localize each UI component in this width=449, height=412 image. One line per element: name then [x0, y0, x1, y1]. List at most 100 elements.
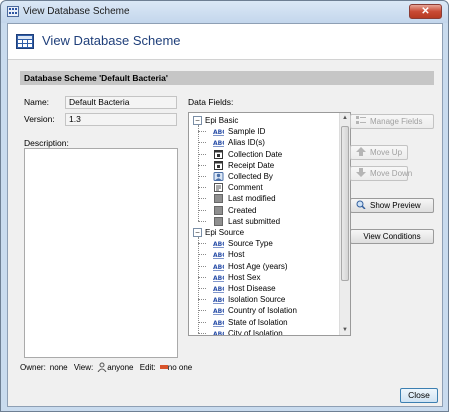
- comment-field-icon: [213, 183, 224, 193]
- tree-connector: [198, 265, 206, 267]
- tree-field-item[interactable]: ABC Alias ID(s): [189, 137, 339, 148]
- data-fields-tree[interactable]: −Epi BasicABCSample IDABCAlias ID(s)Coll…: [188, 112, 351, 336]
- manage-fields-button[interactable]: Manage Fields: [350, 114, 434, 129]
- tree-field-label: Last modified: [228, 194, 276, 204]
- tree-field-item[interactable]: ABC State of Isolation: [189, 317, 339, 328]
- anyone-icon: [97, 362, 107, 373]
- scroll-down-arrow-icon[interactable]: ▼: [340, 325, 350, 335]
- tree-field-label: Host Sex: [228, 272, 261, 282]
- name-label: Name:: [24, 97, 50, 107]
- tree-field-item[interactable]: Receipt Date: [189, 160, 339, 171]
- tree-connector: [198, 299, 206, 301]
- tree-connector: [198, 142, 206, 144]
- tree-connector: [198, 310, 206, 312]
- tree-content: −Epi BasicABCSample IDABCAlias ID(s)Coll…: [189, 113, 339, 335]
- move-up-button[interactable]: Move Up: [350, 145, 408, 160]
- text-field-icon: ABC: [213, 284, 227, 293]
- tree-field-item[interactable]: ABC Host Age (years): [189, 261, 339, 272]
- tree-field-item[interactable]: ABC City of Isolation: [189, 328, 339, 335]
- tree-connector: [198, 125, 199, 221]
- window-title: View Database Scheme: [23, 6, 130, 17]
- page-title: View Database Scheme: [42, 33, 181, 48]
- tree-field-item[interactable]: Last submitted: [189, 216, 339, 227]
- tree-connector: [198, 321, 206, 323]
- database-scheme-icon: [16, 34, 34, 49]
- edit-value: no one: [167, 363, 193, 372]
- tree-field-label: Created: [228, 205, 257, 215]
- svg-text:ABC: ABC: [213, 252, 224, 259]
- dialog-header: View Database Scheme: [8, 24, 442, 60]
- dialog-content: View Database Scheme Database Scheme 'De…: [7, 23, 443, 407]
- version-field[interactable]: 1.3: [65, 113, 177, 126]
- tree-field-label: Host: [228, 250, 245, 260]
- text-field-icon: ABC: [213, 262, 227, 271]
- show-preview-button[interactable]: Show Preview: [350, 198, 434, 213]
- scrollbar-thumb[interactable]: [341, 126, 349, 281]
- tree-field-label: Collected By: [228, 172, 273, 181]
- tree-field-label: Alias ID(s): [228, 138, 265, 148]
- text-field-icon: ABC: [213, 138, 227, 147]
- collapse-toggle-icon[interactable]: −: [193, 116, 202, 125]
- svg-text:ABC: ABC: [213, 264, 224, 271]
- tree-group[interactable]: − Epi Source: [189, 227, 339, 238]
- svg-text:ABC: ABC: [213, 275, 224, 282]
- owner-value: none: [49, 363, 68, 372]
- system-field-icon: [213, 216, 224, 226]
- tree-field-label: Country of Isolation: [228, 306, 297, 316]
- tree-group[interactable]: − Epi Basic: [189, 115, 339, 126]
- move-down-label: Move Down: [370, 169, 413, 178]
- collapse-toggle-icon[interactable]: −: [193, 228, 202, 237]
- tree-connector: [198, 243, 206, 245]
- view-conditions-button[interactable]: View Conditions: [350, 229, 434, 244]
- tree-field-item[interactable]: ABC Source Type: [189, 238, 339, 249]
- tree-connector: [198, 153, 206, 155]
- description-label: Description:: [24, 138, 69, 148]
- date-field-icon: [213, 149, 224, 159]
- tree-field-item[interactable]: Created: [189, 205, 339, 216]
- scroll-up-arrow-icon[interactable]: ▲: [340, 113, 350, 123]
- tree-field-item[interactable]: Comment: [189, 182, 339, 193]
- close-button[interactable]: Close: [400, 388, 438, 403]
- text-field-icon: ABC: [213, 273, 227, 282]
- tree-field-item[interactable]: ABC Country of Isolation: [189, 305, 339, 316]
- dialog-window: View Database Scheme ✕ View Database Sch…: [0, 0, 449, 412]
- text-field-icon: ABC: [213, 329, 227, 335]
- tree-field-label: Host Age (years): [228, 261, 288, 271]
- tree-connector: [198, 288, 206, 289]
- svg-text:ABC: ABC: [213, 140, 224, 147]
- tree-field-label: State of Isolation: [228, 317, 288, 327]
- data-fields-label: Data Fields:: [188, 97, 234, 107]
- show-preview-label: Show Preview: [370, 201, 421, 210]
- user-field-icon: [213, 172, 224, 181]
- tree-field-item[interactable]: ABC Sample ID: [189, 126, 339, 137]
- tree-field-item[interactable]: Collection Date: [189, 149, 339, 160]
- svg-text:ABC: ABC: [213, 297, 224, 304]
- description-field[interactable]: [24, 148, 178, 358]
- tree-field-label: Sample ID: [228, 127, 266, 137]
- tree-field-item[interactable]: ABC Host Sex: [189, 272, 339, 283]
- move-up-label: Move Up: [370, 148, 403, 157]
- window-close-button[interactable]: ✕: [409, 4, 442, 19]
- magnifier-icon: [356, 200, 366, 209]
- text-field-icon: ABC: [213, 318, 227, 327]
- tree-field-item[interactable]: Last modified: [189, 193, 339, 204]
- svg-text:ABC: ABC: [213, 129, 224, 136]
- tree-field-label: Receipt Date: [228, 160, 275, 170]
- title-bar[interactable]: View Database Scheme ✕: [1, 1, 448, 23]
- tree-field-item[interactable]: ABC Isolation Source: [189, 294, 339, 305]
- tree-group-label: Epi Basic: [205, 116, 239, 125]
- scheme-title: Database Scheme 'Default Bacteria': [24, 73, 168, 83]
- system-field-icon: [213, 205, 224, 215]
- tree-field-item[interactable]: ABC Host Disease: [189, 283, 339, 294]
- tree-field-item[interactable]: ABC Host: [189, 249, 339, 260]
- tree-connector: [198, 198, 206, 200]
- move-down-button[interactable]: Move Down: [350, 166, 412, 181]
- tree-connector: [198, 176, 206, 177]
- tree-field-label: Collection Date: [228, 149, 283, 159]
- tree-field-item[interactable]: Collected By: [189, 171, 339, 182]
- tree-scrollbar[interactable]: ▲ ▼: [339, 113, 350, 335]
- name-field[interactable]: Default Bacteria: [65, 96, 177, 109]
- tree-connector: [198, 254, 206, 256]
- database-scheme-icon: [7, 6, 19, 17]
- text-field-icon: ABC: [213, 306, 227, 315]
